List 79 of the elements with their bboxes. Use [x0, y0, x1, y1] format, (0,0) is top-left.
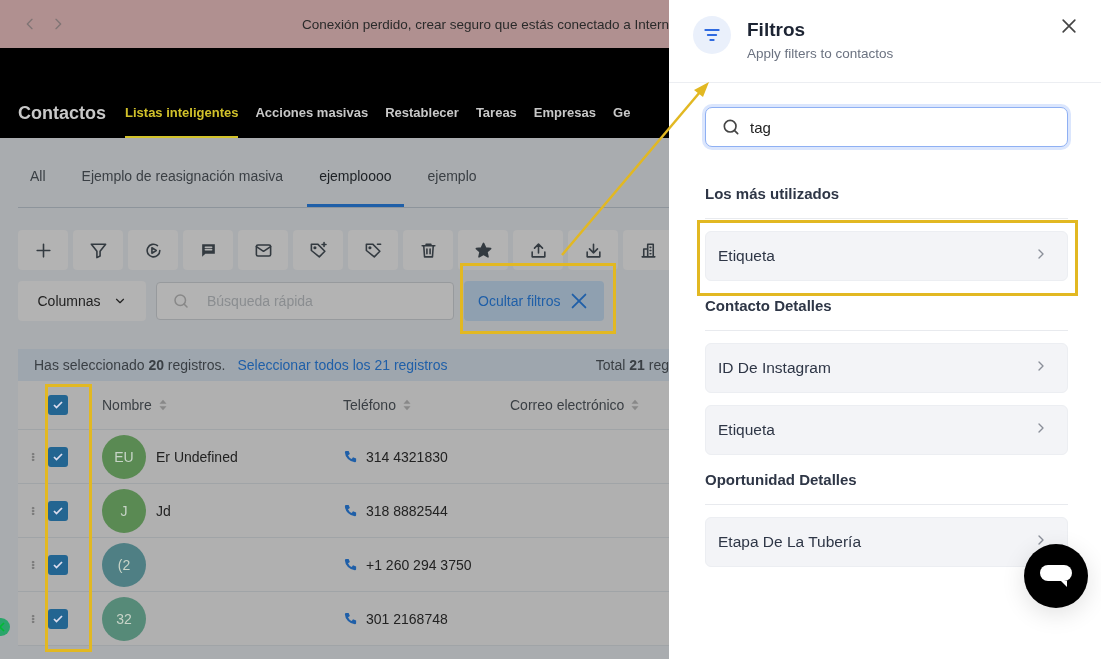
tag-add-icon	[308, 240, 328, 260]
toolbar-button[interactable]	[238, 230, 288, 270]
building-icon	[638, 240, 658, 260]
toolbar-button[interactable]	[293, 230, 343, 270]
plus-icon	[33, 240, 53, 260]
section-heading: Contacto Detalles	[705, 297, 1068, 331]
phone-number: 318 8882544	[366, 502, 448, 519]
toolbar-button[interactable]	[403, 230, 453, 270]
toolbar-button[interactable]	[183, 230, 233, 270]
app-title: Contactos	[18, 102, 106, 124]
check-icon	[52, 399, 64, 411]
nav-tab[interactable]: Listas inteligentes	[125, 88, 239, 138]
phone-icon	[343, 503, 358, 518]
column-header[interactable]: Correo electrónico	[510, 397, 625, 413]
download-icon	[583, 240, 603, 260]
avatar: 32	[102, 596, 146, 641]
star-icon	[473, 240, 493, 260]
contact-name[interactable]: Jd	[156, 502, 171, 519]
check-icon	[52, 450, 64, 463]
nav-tab[interactable]: Restablecer	[385, 88, 459, 138]
column-header[interactable]: Teléfono	[343, 397, 396, 413]
play-circle-icon	[143, 240, 163, 260]
column-header[interactable]: Nombre	[102, 397, 152, 413]
filter-icon	[693, 16, 731, 54]
check-icon	[52, 504, 64, 517]
contact-name[interactable]: Er Undefined	[156, 448, 238, 465]
trash-icon	[418, 240, 438, 260]
toolbar-button[interactable]	[128, 230, 178, 270]
upload-icon	[528, 240, 548, 260]
phone-icon	[343, 557, 358, 572]
list-tab[interactable]: ejemploooo	[307, 168, 404, 207]
filter-icon	[88, 240, 108, 260]
phone-icon	[343, 449, 358, 464]
selection-message: Has seleccionado 20 registros.	[34, 357, 226, 373]
close-icon	[1059, 16, 1079, 36]
toolbar-button[interactable]	[458, 230, 508, 270]
list-tab[interactable]: All	[18, 168, 58, 207]
checkbox[interactable]	[48, 500, 68, 521]
avatar: J	[102, 488, 146, 533]
panel-subtitle: Apply filters to contactos	[747, 46, 894, 61]
filter-search-field[interactable]: tag	[705, 107, 1068, 147]
list-tab[interactable]: ejemplo	[415, 168, 489, 207]
checkbox[interactable]	[48, 395, 68, 415]
toolbar-button[interactable]	[623, 230, 669, 270]
toolbar-button[interactable]	[568, 230, 618, 270]
search-icon	[172, 292, 190, 310]
filter-option[interactable]: Etapa De La Tubería	[705, 517, 1068, 567]
nav-tab[interactable]: Acciones masivas	[255, 88, 369, 138]
checkbox[interactable]	[48, 608, 68, 629]
nav-tab[interactable]: Ge	[613, 88, 631, 138]
phone-number: 301 2168748	[366, 610, 448, 627]
filter-option[interactable]: Etiqueta	[705, 231, 1068, 281]
panel-title: Filtros	[747, 19, 807, 41]
check-icon	[52, 558, 64, 571]
filter-option[interactable]: ID De Instagram	[705, 343, 1068, 393]
close-button[interactable]	[1059, 16, 1079, 36]
connection-warning: Conexión perdido, crear seguro que estás conectado a Intern	[302, 16, 669, 32]
checkbox[interactable]	[48, 446, 68, 467]
total-count: Total 21 reg	[594, 357, 669, 373]
list-tab[interactable]: Ejemplo de reasignación masiva	[69, 168, 296, 207]
nav-tab[interactable]: Empresas	[533, 88, 596, 138]
nav-tab[interactable]: Tareas	[475, 88, 517, 138]
check-icon	[52, 612, 64, 625]
avatar: EU	[102, 434, 146, 479]
filter-option[interactable]: Etiqueta	[705, 405, 1068, 455]
checkbox[interactable]	[48, 554, 68, 575]
search-icon	[721, 117, 741, 137]
toolbar-button[interactable]	[73, 230, 123, 270]
phone-number: 314 4321830	[366, 448, 448, 465]
phone-number: +1 260 294 3750	[366, 556, 472, 573]
tag-remove-icon	[363, 240, 383, 260]
section-heading: Los más utilizados	[705, 185, 1068, 219]
phone-icon	[343, 611, 358, 626]
toolbar-button[interactable]	[348, 230, 398, 270]
section-heading: Oportunidad Detalles	[705, 471, 1068, 505]
chat-button[interactable]	[1024, 544, 1088, 608]
avatar: (2	[102, 542, 146, 587]
toolbar-button[interactable]	[513, 230, 563, 270]
columns-dropdown[interactable]: Columnas	[18, 281, 146, 321]
